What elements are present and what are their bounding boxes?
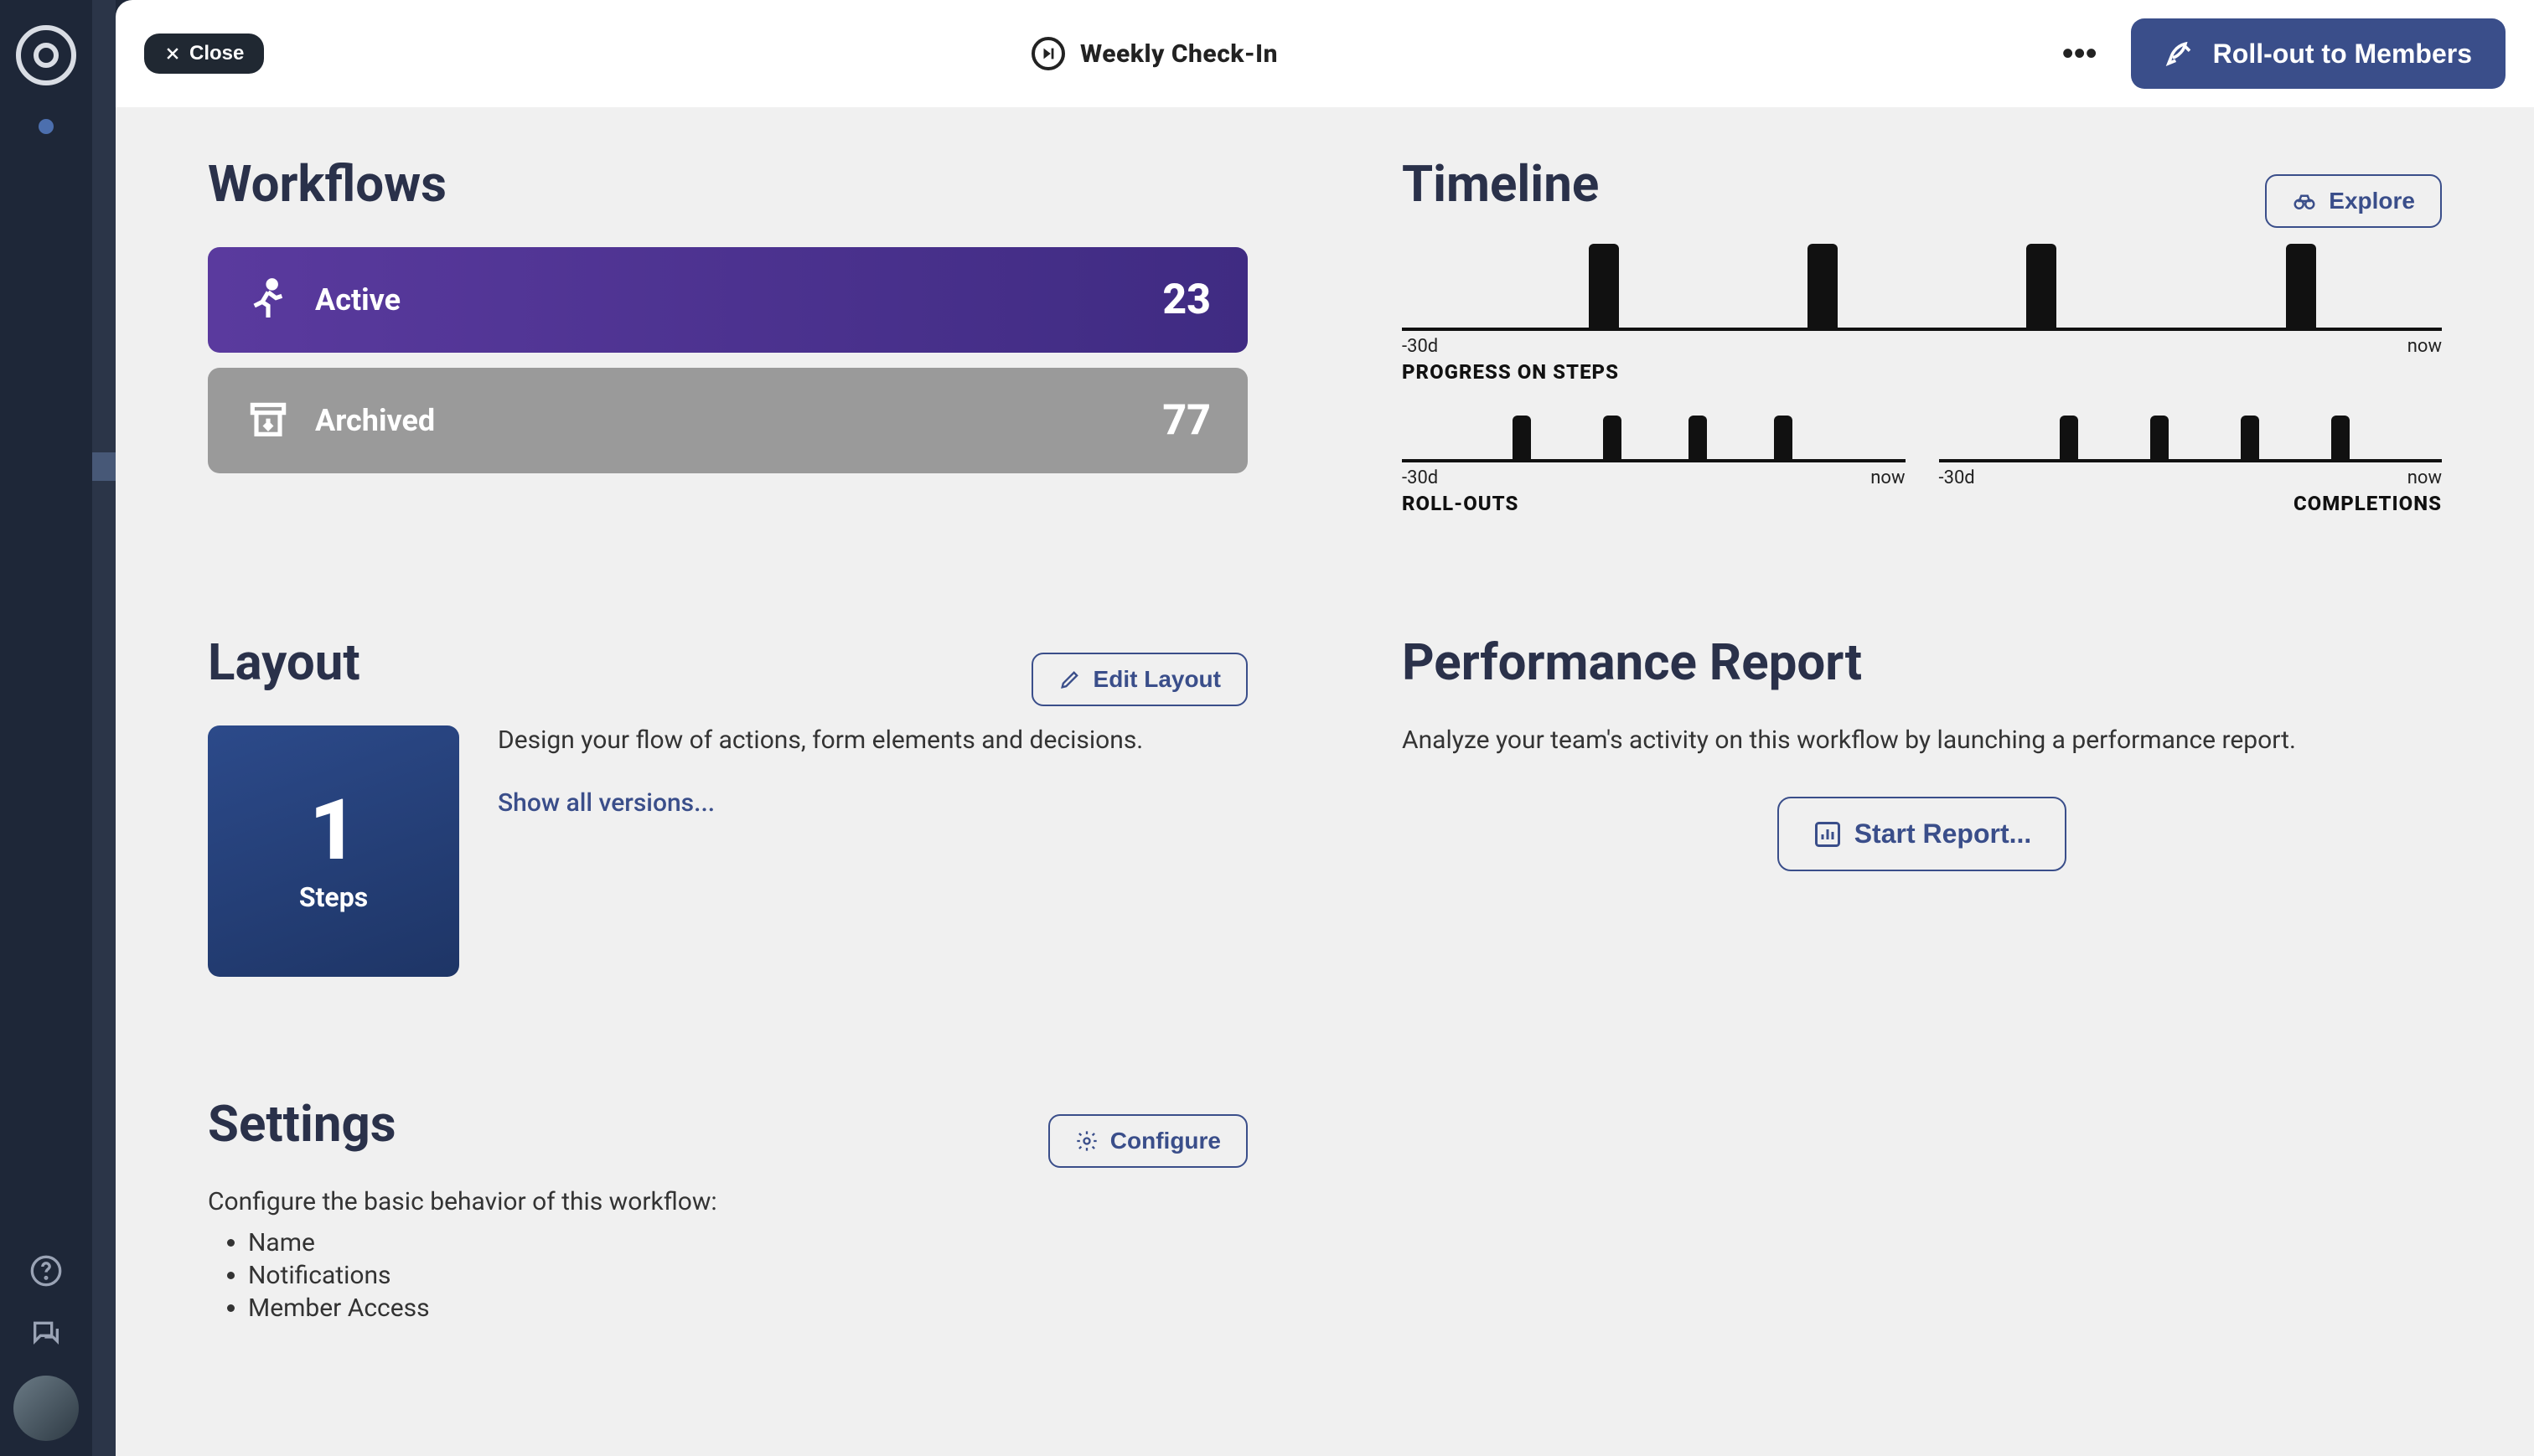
steps-tile[interactable]: 1 Steps bbox=[208, 725, 459, 977]
bar-chart-icon bbox=[1813, 819, 1843, 849]
rollouts-chart: -30dnow ROLL-OUTS bbox=[1402, 409, 1906, 515]
chart-end: now bbox=[2407, 336, 2442, 357]
archived-label: Archived bbox=[315, 403, 435, 438]
performance-description: Analyze your team's activity on this wor… bbox=[1402, 725, 2442, 755]
edit-layout-label: Edit Layout bbox=[1094, 666, 1221, 693]
workflows-heading: Workflows bbox=[208, 154, 1248, 214]
chart-start: -30d bbox=[1402, 336, 1438, 357]
settings-description: Configure the basic behavior of this wor… bbox=[208, 1187, 1248, 1216]
app-logo[interactable] bbox=[16, 25, 76, 85]
explore-button[interactable]: Explore bbox=[2265, 174, 2442, 228]
start-report-button[interactable]: Start Report... bbox=[1777, 797, 2067, 871]
archived-count: 77 bbox=[1162, 396, 1211, 445]
completions-title: COMPLETIONS bbox=[1939, 492, 2443, 515]
chat-icon[interactable] bbox=[27, 1314, 65, 1352]
gear-icon bbox=[1075, 1129, 1099, 1153]
settings-item: Notifications bbox=[248, 1261, 1248, 1290]
steps-count: 1 bbox=[309, 789, 358, 873]
timeline-heading: Timeline bbox=[1402, 154, 1599, 214]
layout-heading: Layout bbox=[208, 632, 360, 692]
pencil-icon bbox=[1058, 668, 1082, 691]
explore-label: Explore bbox=[2329, 188, 2415, 214]
topbar: Close Weekly Check-In ••• Roll-out to Me… bbox=[116, 0, 2534, 107]
settings-item: Member Access bbox=[248, 1293, 1248, 1323]
completions-chart: -30dnow COMPLETIONS bbox=[1939, 409, 2443, 515]
avatar[interactable] bbox=[13, 1376, 79, 1441]
help-icon[interactable] bbox=[27, 1252, 65, 1290]
edit-layout-button[interactable]: Edit Layout bbox=[1032, 653, 1248, 706]
more-menu-button[interactable]: ••• bbox=[2045, 35, 2114, 73]
configure-button[interactable]: Configure bbox=[1048, 1114, 1248, 1168]
rollout-button[interactable]: Roll-out to Members bbox=[2131, 18, 2506, 89]
workflows-archived-tile[interactable]: Archived 77 bbox=[208, 368, 1248, 473]
active-count: 23 bbox=[1162, 276, 1211, 324]
sub-nav bbox=[92, 0, 116, 1456]
progress-chart: -30d now PROGRESS ON STEPS bbox=[1402, 247, 2442, 384]
configure-label: Configure bbox=[1110, 1128, 1221, 1154]
settings-list: Name Notifications Member Access bbox=[248, 1228, 1248, 1323]
workflows-card: Workflows Active 23 Archived 77 bbox=[141, 107, 1315, 565]
sub-nav-active-indicator bbox=[92, 452, 116, 481]
performance-heading: Performance Report bbox=[1402, 632, 2442, 692]
start-report-label: Start Report... bbox=[1854, 818, 2032, 849]
layout-card: Layout Edit Layout 1 Steps Design your f… bbox=[141, 586, 1315, 1027]
timeline-card: Timeline Explore -30d now PROGRESS ON STE… bbox=[1335, 107, 2509, 565]
nav-rail bbox=[0, 0, 92, 1456]
rollouts-title: ROLL-OUTS bbox=[1402, 492, 1906, 515]
active-label: Active bbox=[315, 282, 401, 318]
binoculars-icon bbox=[2292, 188, 2317, 214]
close-label: Close bbox=[189, 42, 244, 65]
steps-label: Steps bbox=[299, 881, 368, 913]
archive-icon bbox=[245, 397, 292, 444]
skip-forward-icon bbox=[1032, 37, 1065, 70]
show-versions-link[interactable]: Show all versions... bbox=[498, 788, 715, 818]
running-icon bbox=[245, 276, 292, 323]
settings-heading: Settings bbox=[208, 1094, 396, 1154]
page-title: Weekly Check-In bbox=[1080, 39, 1278, 69]
progress-title: PROGRESS ON STEPS bbox=[1402, 360, 2442, 384]
settings-card: Settings Configure Configure the basic b… bbox=[141, 1047, 1315, 1373]
layout-description: Design your flow of actions, form elemen… bbox=[498, 725, 1143, 755]
workflows-active-tile[interactable]: Active 23 bbox=[208, 247, 1248, 353]
close-button[interactable]: Close bbox=[144, 34, 264, 74]
nav-dot[interactable] bbox=[39, 119, 54, 134]
rollout-label: Roll-out to Members bbox=[2213, 39, 2472, 70]
settings-item: Name bbox=[248, 1228, 1248, 1257]
performance-card: Performance Report Analyze your team's a… bbox=[1335, 586, 2509, 1027]
